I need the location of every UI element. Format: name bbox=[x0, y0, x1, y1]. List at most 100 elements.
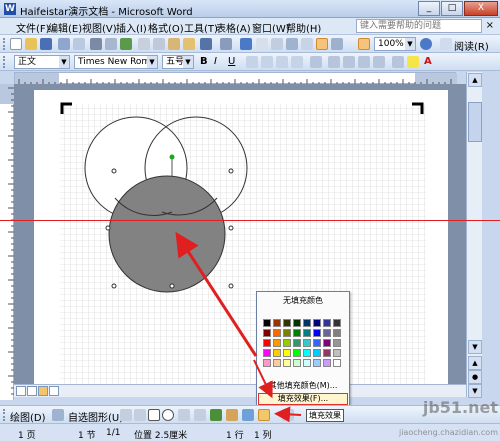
spelling-icon[interactable] bbox=[120, 38, 132, 50]
color-swatch[interactable] bbox=[293, 349, 301, 357]
print-view-icon[interactable] bbox=[38, 386, 48, 396]
document-page[interactable] bbox=[34, 90, 448, 384]
color-swatch[interactable] bbox=[273, 339, 281, 347]
document-map-icon[interactable] bbox=[331, 38, 343, 50]
no-fill-option[interactable]: 无填充颜色 bbox=[259, 294, 347, 307]
color-swatch[interactable] bbox=[273, 329, 281, 337]
color-swatch[interactable] bbox=[333, 349, 341, 357]
drawing-canvas[interactable] bbox=[34, 90, 448, 384]
increase-indent-icon[interactable] bbox=[373, 56, 385, 68]
diagram-icon[interactable] bbox=[210, 409, 222, 421]
menu-format[interactable]: 格式(O) bbox=[148, 20, 184, 35]
color-swatch[interactable] bbox=[263, 339, 271, 347]
color-swatch[interactable] bbox=[273, 319, 281, 327]
copy-icon[interactable] bbox=[153, 38, 165, 50]
bold-button[interactable]: B bbox=[200, 56, 208, 67]
scroll-down-icon[interactable]: ▼ bbox=[468, 340, 482, 354]
resize-handle[interactable] bbox=[111, 283, 117, 289]
help-icon[interactable] bbox=[420, 38, 432, 50]
font-select[interactable]: Times New Roman ▼ bbox=[74, 55, 158, 69]
menu-window[interactable]: 窗口(W) bbox=[252, 20, 290, 35]
color-swatch[interactable] bbox=[293, 329, 301, 337]
document-close-icon[interactable]: × bbox=[486, 20, 494, 31]
color-swatch[interactable] bbox=[263, 319, 271, 327]
highlight-icon[interactable] bbox=[407, 56, 419, 68]
text-box-icon[interactable] bbox=[178, 409, 190, 421]
print-preview-icon[interactable] bbox=[105, 38, 117, 50]
color-swatch[interactable] bbox=[313, 329, 321, 337]
color-swatch[interactable] bbox=[333, 319, 341, 327]
color-swatch[interactable] bbox=[333, 359, 341, 367]
style-select[interactable]: 正文 ▼ bbox=[14, 55, 70, 69]
insert-picture-icon[interactable] bbox=[242, 409, 254, 421]
format-painter-icon[interactable] bbox=[183, 38, 195, 50]
drawing-toggle-icon[interactable] bbox=[316, 38, 328, 50]
resize-handle[interactable] bbox=[169, 283, 175, 289]
save-icon[interactable] bbox=[40, 38, 52, 50]
redo-icon[interactable] bbox=[220, 38, 232, 50]
menu-insert[interactable]: 插入(I) bbox=[116, 20, 147, 35]
numbering-icon[interactable] bbox=[328, 56, 340, 68]
rectangle-icon[interactable] bbox=[148, 409, 160, 421]
zoom-select[interactable]: 100% ▼ bbox=[374, 37, 416, 51]
oval-icon[interactable] bbox=[162, 409, 174, 421]
align-left-icon[interactable] bbox=[246, 56, 258, 68]
color-swatch[interactable] bbox=[293, 359, 301, 367]
line-color-icon[interactable] bbox=[282, 409, 294, 421]
color-swatch[interactable] bbox=[303, 359, 311, 367]
horizontal-scrollbar[interactable] bbox=[14, 384, 466, 397]
select-objects-icon[interactable] bbox=[52, 409, 64, 421]
permission-icon[interactable] bbox=[58, 38, 70, 50]
vertical-ruler[interactable] bbox=[0, 84, 14, 400]
read-mode-label[interactable]: 阅读(R) bbox=[454, 38, 489, 53]
color-swatch[interactable] bbox=[303, 349, 311, 357]
menu-edit[interactable]: 编辑(E) bbox=[48, 20, 82, 35]
color-swatch[interactable] bbox=[283, 319, 291, 327]
font-size-select[interactable]: 五号 ▼ bbox=[162, 55, 194, 69]
color-swatch[interactable] bbox=[283, 359, 291, 367]
color-swatch[interactable] bbox=[263, 329, 271, 337]
color-swatch[interactable] bbox=[313, 359, 321, 367]
cut-icon[interactable] bbox=[138, 38, 150, 50]
read-mode-icon[interactable] bbox=[440, 38, 452, 50]
next-page-icon[interactable]: ▼ bbox=[468, 384, 482, 398]
hyperlink-icon[interactable] bbox=[240, 38, 252, 50]
decrease-indent-icon[interactable] bbox=[358, 56, 370, 68]
line-icon[interactable] bbox=[120, 409, 132, 421]
resize-handle[interactable] bbox=[105, 225, 111, 231]
borders-icon[interactable] bbox=[392, 56, 404, 68]
arrow-icon[interactable] bbox=[134, 409, 146, 421]
scroll-thumb[interactable] bbox=[468, 102, 482, 142]
undo-icon[interactable] bbox=[200, 38, 212, 50]
color-swatch[interactable] bbox=[293, 339, 301, 347]
color-swatch[interactable] bbox=[283, 329, 291, 337]
tables-borders-icon[interactable] bbox=[256, 38, 268, 50]
align-right-icon[interactable] bbox=[276, 56, 288, 68]
vertical-scrollbar[interactable]: ▲ ▼ ▲ ● ▼ bbox=[466, 72, 482, 398]
color-swatch[interactable] bbox=[273, 359, 281, 367]
outline-view-icon[interactable] bbox=[49, 386, 59, 396]
email-icon[interactable] bbox=[73, 38, 85, 50]
word-app-icon[interactable]: W bbox=[4, 3, 16, 15]
toolbar-grip[interactable] bbox=[3, 409, 6, 421]
color-swatch[interactable] bbox=[293, 319, 301, 327]
autoshapes-button[interactable]: 自选图形(U) bbox=[68, 409, 123, 424]
resize-handle[interactable] bbox=[228, 225, 234, 231]
line-spacing-icon[interactable] bbox=[310, 56, 322, 68]
color-swatch[interactable] bbox=[283, 349, 291, 357]
minimize-button[interactable]: _ bbox=[418, 1, 440, 16]
menu-tools[interactable]: 工具(T) bbox=[184, 20, 218, 35]
rotate-handle[interactable] bbox=[169, 154, 175, 160]
color-swatch[interactable] bbox=[313, 319, 321, 327]
color-swatch[interactable] bbox=[323, 349, 331, 357]
color-swatch[interactable] bbox=[333, 329, 341, 337]
normal-view-icon[interactable] bbox=[16, 386, 26, 396]
menu-table[interactable]: 表格(A) bbox=[216, 20, 251, 35]
new-document-icon[interactable] bbox=[10, 38, 22, 50]
help-search-input[interactable]: 键入需要帮助的问题 bbox=[356, 19, 482, 33]
justify-icon[interactable] bbox=[291, 56, 303, 68]
color-swatch[interactable] bbox=[303, 339, 311, 347]
font-color-icon[interactable]: A bbox=[424, 56, 432, 67]
align-center-icon[interactable] bbox=[261, 56, 273, 68]
color-swatch[interactable] bbox=[323, 329, 331, 337]
